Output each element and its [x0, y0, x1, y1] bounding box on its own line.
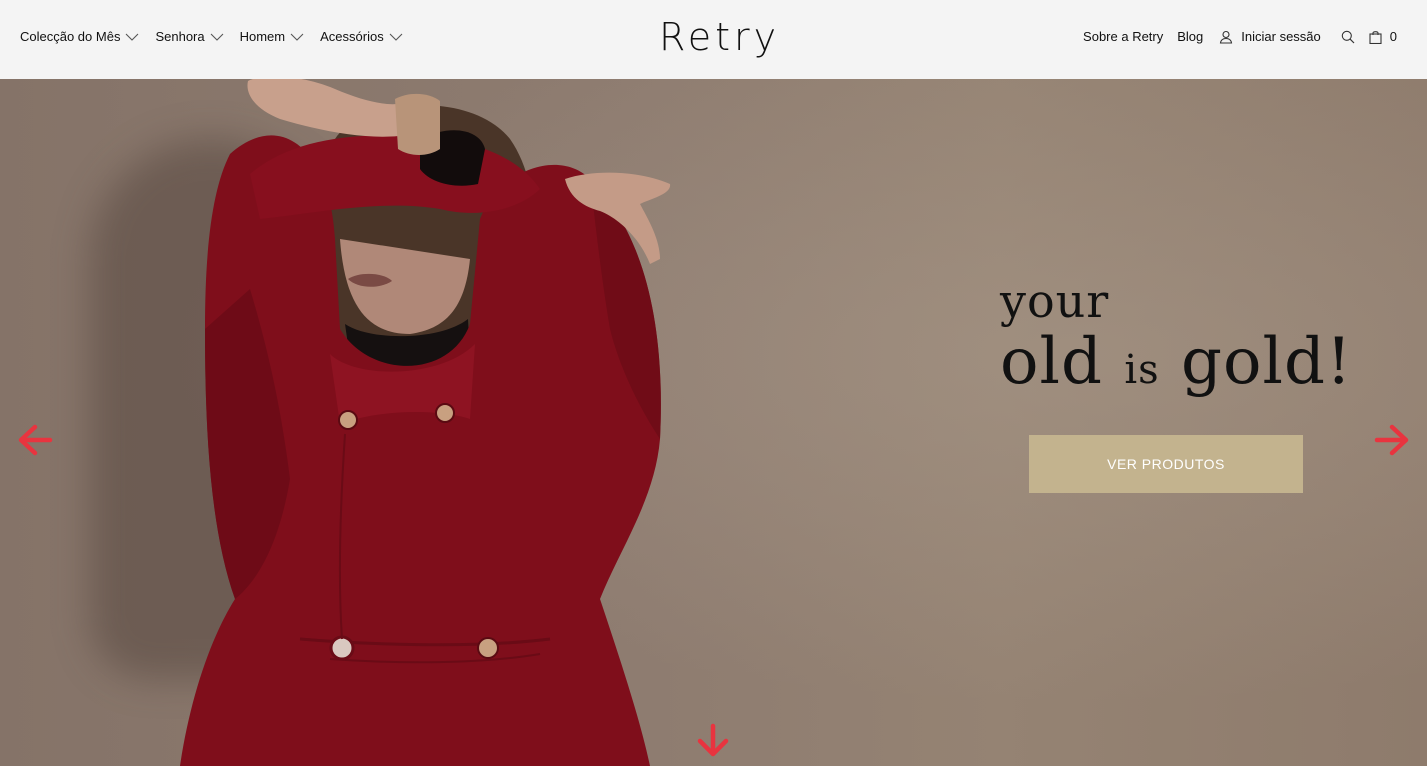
nav-item-homem[interactable]: Homem	[240, 29, 305, 44]
site-header: Colecção do Mês Senhora Homem Acessórios…	[0, 0, 1427, 79]
hero-model-image	[180, 79, 671, 766]
arrow-left-icon[interactable]	[17, 423, 53, 457]
chevron-down-icon	[290, 33, 304, 41]
arrow-down-icon[interactable]	[696, 723, 730, 759]
shopping-bag-icon	[1369, 30, 1382, 44]
login-label: Iniciar sessão	[1241, 29, 1321, 44]
headline-line-2: old is gold!	[1000, 327, 1353, 405]
nav-item-label: Colecção do Mês	[20, 29, 121, 44]
blog-link[interactable]: Blog	[1177, 29, 1203, 44]
view-products-button[interactable]: VER PRODUTOS	[1029, 435, 1303, 493]
chevron-down-icon	[389, 33, 403, 41]
cart-count: 0	[1389, 29, 1397, 44]
main-nav: Colecção do Mês Senhora Homem Acessórios	[20, 29, 403, 44]
login-link[interactable]: Iniciar sessão	[1219, 29, 1321, 44]
headline-word-gold: gold!	[1180, 325, 1353, 399]
cart-button[interactable]: 0	[1369, 29, 1397, 44]
nav-item-acessorios[interactable]: Acessórios	[320, 29, 403, 44]
headline-line-1: your	[1000, 274, 1110, 328]
nav-item-label: Homem	[239, 29, 286, 44]
nav-item-senhora[interactable]: Senhora	[155, 29, 223, 44]
about-link[interactable]: Sobre a Retry	[1083, 29, 1163, 44]
hero-headline: your old is gold!	[1000, 275, 1353, 405]
user-icon	[1220, 30, 1233, 44]
headline-word-is: is	[1124, 347, 1160, 393]
hero-slider: your old is gold! VER PRODUTOS	[0, 79, 1427, 766]
arrow-right-icon[interactable]	[1374, 423, 1410, 457]
search-button[interactable]	[1341, 30, 1355, 44]
nav-item-label: Senhora	[155, 29, 205, 44]
headline-word-old: old	[1000, 325, 1103, 399]
chevron-down-icon	[210, 33, 223, 41]
site-logo[interactable]: Retry	[659, 14, 780, 60]
nav-item-colecao-do-mes[interactable]: Colecção do Mês	[20, 29, 139, 44]
chevron-down-icon	[126, 33, 139, 41]
search-icon	[1341, 30, 1355, 43]
nav-item-label: Acessórios	[320, 29, 384, 44]
utility-nav: Sobre a Retry Blog Iniciar sessão 0	[1069, 29, 1397, 44]
